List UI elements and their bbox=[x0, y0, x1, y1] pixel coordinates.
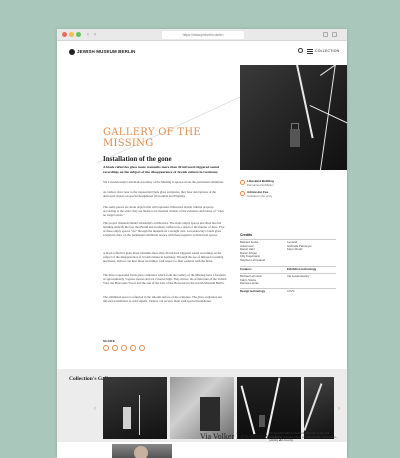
gallery-prev-icon[interactable]: ‹ bbox=[94, 406, 96, 412]
article-subtitle: Installation of the gone bbox=[103, 155, 172, 163]
gallery-next-icon[interactable]: › bbox=[338, 406, 340, 412]
close-window-icon[interactable] bbox=[62, 32, 67, 37]
link-icon[interactable] bbox=[139, 345, 145, 351]
page-title: GALLERY OF THE MISSING bbox=[103, 127, 201, 149]
twitter-icon[interactable] bbox=[112, 345, 118, 351]
glass-sculpture bbox=[200, 397, 220, 431]
design-technology-value: ArtVS bbox=[287, 289, 295, 293]
light-beam bbox=[265, 377, 280, 439]
site-header: JEWISH MUSEUM BERLIN COLLECTION bbox=[57, 41, 347, 63]
back-icon[interactable]: ‹ bbox=[87, 31, 89, 39]
article-paragraph: The exhibition space is reflected in the… bbox=[103, 295, 223, 304]
maximize-window-icon[interactable] bbox=[76, 32, 81, 37]
tabs-icon[interactable] bbox=[332, 32, 337, 37]
share-label: SHARE bbox=[103, 339, 116, 343]
artist-bio: Via Lewandowsky is a German artist who w… bbox=[269, 432, 337, 443]
museum-logo-icon[interactable] bbox=[69, 49, 75, 55]
gallery-image[interactable] bbox=[237, 377, 301, 439]
browser-toolbar: ‹ › https://www.jmberlin.de/en bbox=[57, 29, 347, 41]
gallery-image[interactable] bbox=[304, 377, 334, 439]
address-bar[interactable]: https://www.jmberlin.de/en bbox=[162, 31, 244, 39]
light-beam bbox=[304, 383, 323, 431]
search-icon[interactable] bbox=[298, 48, 303, 53]
credits-names: Via Lewandowsky bbox=[287, 274, 310, 278]
artist-face bbox=[134, 446, 148, 458]
ticket-icon bbox=[240, 191, 245, 196]
gallery-image[interactable] bbox=[103, 377, 167, 439]
credits-names: Lamand Gabriella Pahmeyer Karen Reckt bbox=[287, 240, 312, 252]
light-beam bbox=[240, 385, 255, 435]
exhibit-pedestal bbox=[290, 129, 300, 147]
article-paragraph: A black reflective glass maze transmits … bbox=[103, 251, 224, 264]
curators-label: Curators bbox=[240, 267, 252, 271]
article-paragraph: The project channels Daniel Libeskind's … bbox=[103, 221, 225, 238]
exhibition-technology-label: Exhibition technology bbox=[287, 267, 317, 271]
pinterest-icon[interactable] bbox=[121, 345, 127, 351]
menu-icon[interactable] bbox=[307, 49, 313, 54]
credits-names: Michael Lehmann Katrin Strube Daniela Le… bbox=[240, 274, 263, 286]
site-logo[interactable]: JEWISH MUSEUM BERLIN bbox=[77, 49, 136, 55]
minimize-window-icon[interactable] bbox=[69, 32, 74, 37]
email-icon[interactable] bbox=[130, 345, 136, 351]
article-lead: A black reflective glass maze transmits … bbox=[103, 165, 220, 174]
article-paragraph: As visitors draw near to the trapezoidal… bbox=[103, 190, 216, 199]
gallery-image[interactable] bbox=[170, 377, 234, 439]
article-paragraph: The audio pieces are about objects that … bbox=[103, 205, 224, 218]
forward-icon[interactable]: › bbox=[94, 31, 96, 39]
light-beam bbox=[139, 395, 140, 435]
share-browser-icon[interactable] bbox=[323, 32, 328, 37]
collection-link[interactable]: COLLECTION bbox=[315, 49, 339, 54]
hero-image bbox=[240, 65, 347, 170]
article-paragraph: Via Lewandowsky's installation Gallery o… bbox=[103, 180, 224, 184]
article-paragraph: The three trapezoidal black glass sculpt… bbox=[103, 273, 227, 286]
design-technology-label: Design technology bbox=[240, 289, 266, 293]
facebook-icon[interactable] bbox=[103, 345, 109, 351]
credits-names: Barbara Focke Julia Franz Daniel Hahl Ma… bbox=[240, 240, 266, 262]
visitor-silhouette bbox=[259, 415, 265, 427]
browser-window: ‹ › https://www.jmberlin.de/en JEWISH MU… bbox=[57, 29, 347, 458]
credits-heading: Credits bbox=[240, 233, 253, 237]
artist-portrait bbox=[112, 444, 172, 458]
admission-detail: Included in the entry bbox=[247, 193, 273, 198]
location-icon bbox=[240, 180, 245, 185]
light-beam bbox=[123, 407, 131, 429]
location-detail: Permanent Exhibition bbox=[247, 182, 274, 187]
